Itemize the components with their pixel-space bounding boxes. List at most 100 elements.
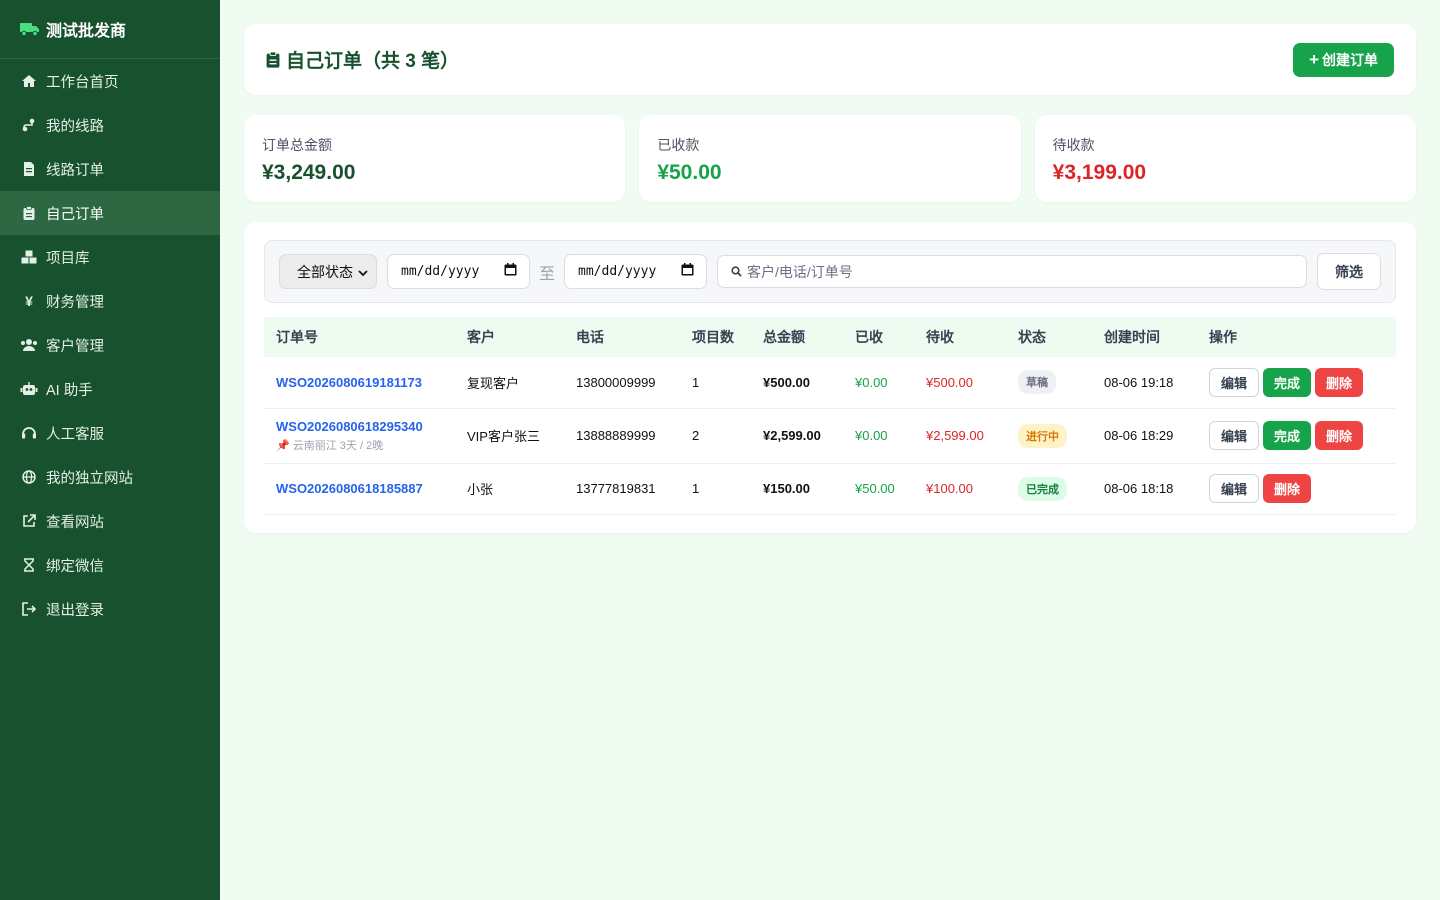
date-range-separator: 至 bbox=[539, 265, 556, 283]
complete-button[interactable]: 完成 bbox=[1263, 367, 1312, 397]
pending-cell: ¥500.00 bbox=[914, 357, 1006, 409]
edit-button[interactable]: 编辑 bbox=[1209, 421, 1260, 450]
logout-icon bbox=[20, 602, 38, 616]
sidebar-item-own-orders[interactable]: 自己订单 bbox=[0, 191, 220, 235]
col-header: 已收 bbox=[855, 329, 883, 345]
order-number-link[interactable]: WSO2026080618185887 bbox=[276, 481, 455, 496]
delete-button[interactable]: 删除 bbox=[1263, 474, 1312, 503]
page-title: 自己订单（共 3 笔） bbox=[266, 46, 459, 73]
col-header: 操作 bbox=[1209, 329, 1237, 345]
brand: 测试批发商 bbox=[0, 0, 220, 59]
sidebar-item-label: 项目库 bbox=[46, 250, 90, 267]
pending-cell: ¥2,599.00 bbox=[914, 408, 1006, 464]
sidebar-item-view-website[interactable]: 查看网站 bbox=[0, 499, 220, 543]
filter-button[interactable]: 筛选 bbox=[1317, 253, 1381, 290]
order-number-link[interactable]: WSO2026080619181173 bbox=[276, 375, 455, 390]
order-number-link[interactable]: WSO2026080618295340 bbox=[276, 419, 455, 434]
hourglass-icon bbox=[20, 558, 38, 572]
clipboard-icon bbox=[20, 206, 38, 220]
sidebar-item-home[interactable]: 工作台首页 bbox=[0, 59, 220, 103]
status-badge: 已完成 bbox=[1018, 476, 1067, 501]
stat-total: 订单总金额 ¥3,249.00 bbox=[244, 115, 626, 202]
sidebar-item-my-routes[interactable]: 我的线路 bbox=[0, 103, 220, 147]
stat-received: 已收款 ¥50.00 bbox=[639, 115, 1021, 202]
sidebar-item-ai-assistant[interactable]: AI 助手 bbox=[0, 367, 220, 411]
users-icon bbox=[20, 338, 38, 352]
delete-button[interactable]: 删除 bbox=[1315, 367, 1364, 397]
stats-row: 订单总金额 ¥3,249.00 已收款 ¥50.00 待收款 ¥3,199.00 bbox=[244, 115, 1416, 202]
col-header: 客户 bbox=[467, 329, 495, 345]
date-from-input[interactable]: mm/dd/yyyy bbox=[387, 254, 530, 289]
external-link-icon bbox=[20, 514, 38, 528]
globe-icon bbox=[20, 470, 38, 484]
create-order-button[interactable]: + 创建订单 bbox=[1293, 42, 1394, 77]
stat-pending-value: ¥3,199.00 bbox=[1052, 161, 1147, 184]
filter-bar: 全部状态 mm/dd/yyyy 至 mm/dd/yyyy 客户/电话/订单号 筛… bbox=[264, 240, 1396, 303]
row-actions: 编辑 完成 删除 bbox=[1209, 421, 1396, 450]
status-badge: 进行中 bbox=[1018, 423, 1067, 448]
row-actions: 编辑 删除 bbox=[1209, 474, 1396, 503]
col-header: 电话 bbox=[576, 329, 604, 345]
total-cell: ¥500.00 bbox=[751, 357, 843, 409]
sidebar-item-project-library[interactable]: 项目库 bbox=[0, 235, 220, 279]
items-cell: 1 bbox=[680, 463, 751, 515]
status-select[interactable]: 全部状态 bbox=[279, 254, 377, 289]
customer-cell: 小张 bbox=[455, 463, 564, 515]
home-icon bbox=[20, 74, 38, 88]
robot-icon bbox=[20, 382, 38, 396]
created-cell: 08-06 18:18 bbox=[1092, 463, 1197, 515]
sidebar-item-label: 自己订单 bbox=[46, 206, 104, 223]
sidebar-item-label: 我的独立网站 bbox=[46, 470, 133, 487]
edit-button[interactable]: 编辑 bbox=[1209, 367, 1260, 397]
sidebar-item-label: 人工客服 bbox=[46, 426, 104, 443]
sidebar-item-label: 退出登录 bbox=[46, 602, 104, 619]
table-header-row: 订单号 客户 电话 项目数 总金额 已收 待收 状态 创建时间 操作 bbox=[264, 317, 1396, 357]
items-cell: 1 bbox=[680, 357, 751, 409]
status-badge: 草稿 bbox=[1018, 370, 1056, 395]
stat-received-value: ¥50.00 bbox=[657, 161, 722, 184]
phone-cell: 13888889999 bbox=[564, 408, 680, 464]
complete-button[interactable]: 完成 bbox=[1263, 421, 1312, 450]
cubes-icon bbox=[20, 250, 38, 264]
col-header: 待收 bbox=[926, 329, 954, 345]
sidebar-item-label: 财务管理 bbox=[46, 294, 104, 311]
edit-button[interactable]: 编辑 bbox=[1209, 474, 1260, 503]
stat-pending: 待收款 ¥3,199.00 bbox=[1034, 115, 1416, 202]
sidebar-item-finance[interactable]: ¥ 财务管理 bbox=[0, 279, 220, 323]
date-from-placeholder: mm/dd/yyyy bbox=[401, 264, 480, 279]
total-cell: ¥150.00 bbox=[751, 463, 843, 515]
truck-icon bbox=[20, 21, 40, 37]
sidebar-item-label: 客户管理 bbox=[46, 338, 104, 355]
sidebar-item-route-orders[interactable]: 线路订单 bbox=[0, 147, 220, 191]
col-header: 总金额 bbox=[763, 329, 805, 345]
sidebar-item-my-website[interactable]: 我的独立网站 bbox=[0, 455, 220, 499]
orders-panel: 全部状态 mm/dd/yyyy 至 mm/dd/yyyy 客户/电话/订单号 筛… bbox=[244, 222, 1416, 533]
phone-cell: 13777819831 bbox=[564, 463, 680, 515]
table-row: WSO2026080619181173 复现客户 13800009999 1 ¥… bbox=[264, 357, 1396, 409]
customer-cell: 复现客户 bbox=[455, 357, 564, 409]
sidebar-item-logout[interactable]: 退出登录 bbox=[0, 587, 220, 631]
col-header: 状态 bbox=[1018, 329, 1046, 345]
orders-table: 订单号 客户 电话 项目数 总金额 已收 待收 状态 创建时间 操作 WSO20… bbox=[264, 317, 1396, 515]
sidebar-item-customers[interactable]: 客户管理 bbox=[0, 323, 220, 367]
received-cell: ¥50.00 bbox=[843, 463, 914, 515]
search-input[interactable]: 客户/电话/订单号 bbox=[717, 255, 1307, 288]
created-cell: 08-06 19:18 bbox=[1092, 357, 1197, 409]
sidebar-item-label: 线路订单 bbox=[46, 162, 104, 179]
calendar-icon bbox=[504, 263, 517, 280]
sidebar-item-label: 我的线路 bbox=[46, 118, 104, 135]
plus-icon: + bbox=[1309, 50, 1319, 69]
sidebar-item-bind-wechat[interactable]: 绑定微信 bbox=[0, 543, 220, 587]
chevron-down-icon bbox=[358, 264, 368, 280]
sidebar-item-label: AI 助手 bbox=[46, 382, 93, 399]
col-header: 项目数 bbox=[692, 329, 734, 345]
table-row: WSO2026080618295340 📌 云南丽江 3天 / 2晚 VIP客户… bbox=[264, 408, 1396, 464]
row-actions: 编辑 完成 删除 bbox=[1209, 367, 1396, 397]
create-order-label: 创建订单 bbox=[1322, 51, 1378, 68]
page-header: 自己订单（共 3 笔） + 创建订单 bbox=[244, 24, 1416, 95]
calendar-icon bbox=[681, 263, 694, 280]
date-to-input[interactable]: mm/dd/yyyy bbox=[564, 254, 708, 289]
document-icon bbox=[20, 162, 38, 176]
sidebar-item-human-support[interactable]: 人工客服 bbox=[0, 411, 220, 455]
delete-button[interactable]: 删除 bbox=[1315, 421, 1364, 450]
